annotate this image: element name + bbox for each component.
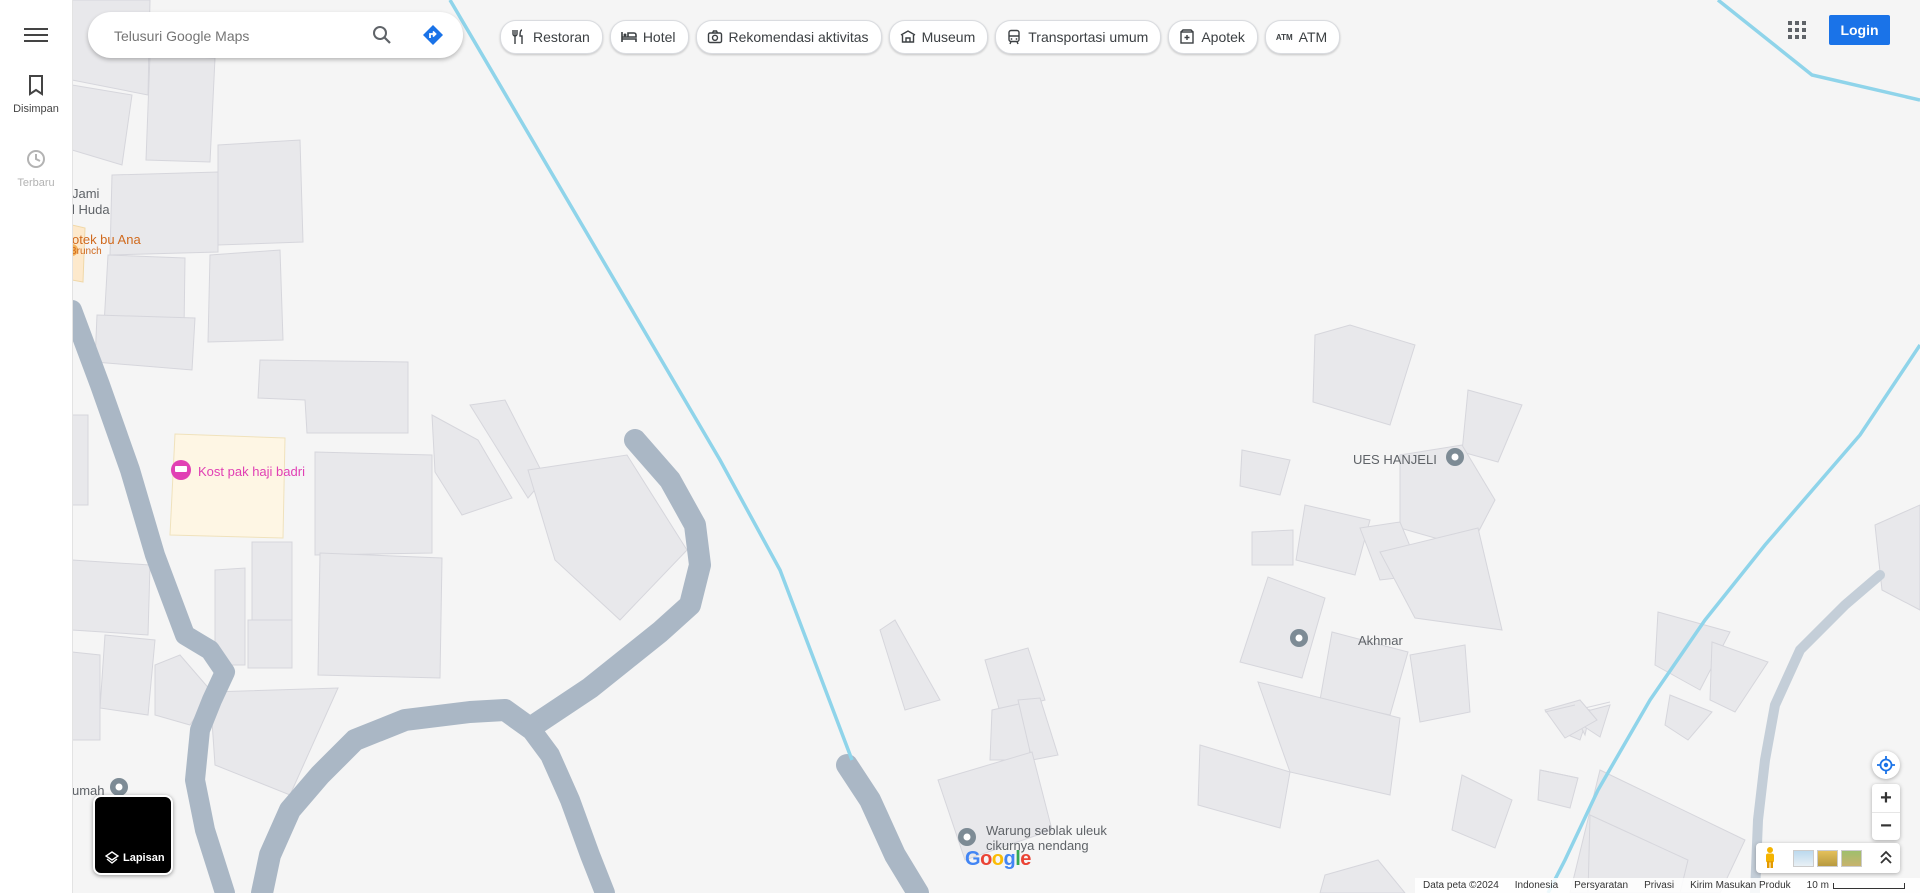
chip-label: Rekomendasi aktivitas	[728, 29, 869, 45]
recent-button[interactable]: Terbaru	[0, 148, 72, 189]
scale-line	[1832, 882, 1905, 889]
place-ues-hanjeli[interactable]: UES HANJELI	[1353, 452, 1437, 467]
history-icon	[27, 150, 45, 168]
layers-button[interactable]: Lapisan	[93, 795, 173, 875]
zoom-in-button[interactable]: +	[1872, 784, 1900, 813]
terrain-thumb[interactable]	[1817, 850, 1838, 867]
place-pin-icon[interactable]	[1444, 447, 1466, 469]
atm-icon: ATM	[1275, 32, 1293, 42]
place-kost[interactable]: Kost pak haji badri	[198, 464, 305, 479]
chip-label: Museum	[921, 29, 976, 45]
chip-label: Transportasi umum	[1028, 29, 1149, 45]
chip-restaurant[interactable]: Restoran	[500, 20, 603, 54]
search-input[interactable]	[112, 24, 356, 48]
google-apps-icon[interactable]	[1787, 20, 1809, 42]
chip-label: ATM	[1298, 29, 1328, 45]
chip-label: Hotel	[642, 29, 676, 45]
chip-atm[interactable]: ATM ATM	[1264, 20, 1341, 54]
side-rail: Disimpan Terbaru	[0, 0, 73, 893]
search-box	[88, 12, 463, 58]
place-mosque-line1[interactable]: Jami	[72, 186, 99, 201]
saved-button[interactable]: Disimpan	[0, 74, 72, 115]
layers-label: Lapisan	[123, 852, 165, 864]
scale-label: 10 m	[1806, 880, 1829, 891]
login-button[interactable]: Login	[1829, 15, 1890, 45]
feedback-link[interactable]: Kirim Masukan Produk	[1690, 880, 1791, 891]
chip-label: Apotek	[1201, 29, 1245, 45]
place-mosque-line2[interactable]: l Huda	[72, 202, 110, 217]
museum-icon	[900, 30, 915, 43]
place-pin-icon[interactable]	[956, 827, 978, 849]
pharmacy-icon	[1180, 29, 1195, 44]
chip-museum[interactable]: Museum	[888, 20, 989, 54]
camera-icon	[707, 30, 722, 44]
privacy-link[interactable]: Privasi	[1644, 880, 1674, 891]
zoom-control: + −	[1872, 784, 1900, 840]
place-shop-category: Brunch	[70, 246, 102, 257]
globe-view-thumb[interactable]	[1793, 850, 1814, 867]
chip-label: Restoran	[533, 29, 590, 45]
hotel-icon	[621, 32, 637, 42]
map-canvas[interactable]: Jami l Huda otek bu Ana Brunch Kost pak …	[70, 0, 1920, 893]
country-link[interactable]: Indonesia	[1515, 880, 1558, 891]
chip-pharmacy[interactable]: Apotek	[1168, 20, 1258, 54]
place-pin-icon[interactable]	[1288, 628, 1310, 650]
place-warung-line1[interactable]: Warung seblak uleuk	[986, 823, 1107, 838]
bookmark-icon	[29, 75, 43, 96]
saved-label: Disimpan	[13, 103, 59, 115]
restaurant-icon	[512, 29, 523, 44]
menu-icon[interactable]	[22, 24, 50, 48]
my-location-button[interactable]	[1872, 751, 1900, 779]
terms-link[interactable]: Persyaratan	[1574, 880, 1628, 891]
expand-up-icon[interactable]	[1876, 846, 1896, 870]
scale-bar[interactable]: 10 m	[1807, 880, 1905, 891]
transit-icon	[1008, 29, 1020, 45]
place-akhmar[interactable]: Akhmar	[1358, 633, 1403, 648]
chip-hotel[interactable]: Hotel	[609, 20, 689, 54]
recent-label: Terbaru	[17, 177, 55, 189]
chip-transit[interactable]: Transportasi umum	[995, 20, 1162, 54]
map-drawing	[72, 0, 1920, 893]
google-logo: Google	[965, 848, 1031, 870]
directions-icon[interactable]	[421, 23, 445, 47]
chip-activities[interactable]: Rekomendasi aktivitas	[695, 20, 882, 54]
search-icon[interactable]	[370, 23, 394, 47]
pegman-icon[interactable]	[1762, 846, 1778, 870]
place-shop-name[interactable]: otek bu Ana	[72, 232, 141, 247]
map-footer: Data peta ©2024 Indonesia Persyaratan Pr…	[1415, 878, 1920, 893]
layers-icon	[105, 851, 119, 864]
category-chips: Restoran Hotel Rekomendasi aktivitas Mus…	[500, 20, 1341, 54]
imagery-thumbnails[interactable]	[1793, 850, 1862, 867]
location-icon	[1877, 756, 1895, 774]
satellite-thumb[interactable]	[1841, 850, 1862, 867]
zoom-out-button[interactable]: −	[1872, 812, 1900, 840]
map-data-credit: Data peta ©2024	[1423, 880, 1499, 891]
